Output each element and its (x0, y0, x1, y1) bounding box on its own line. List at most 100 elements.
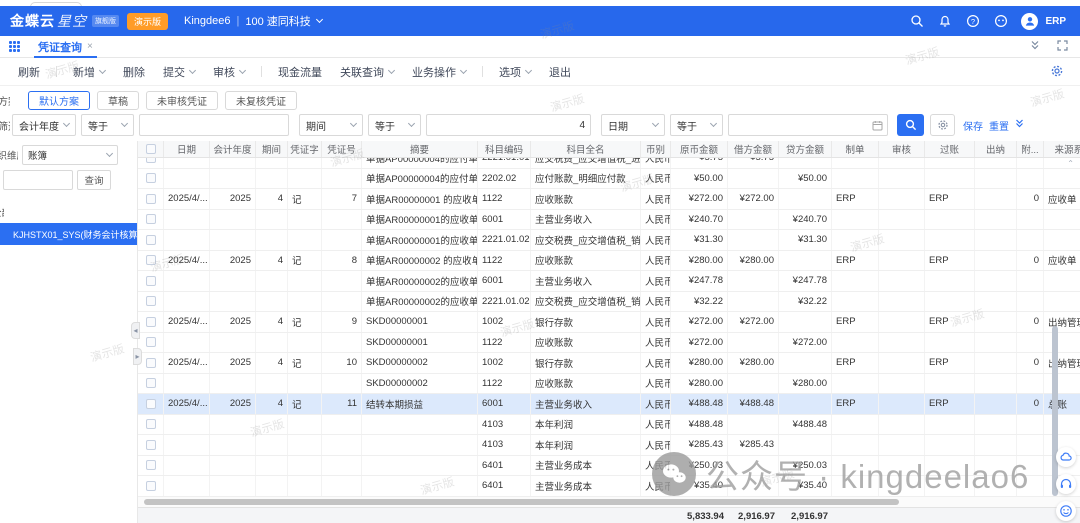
column-header[interactable]: 凭证号 (322, 141, 362, 157)
row-checkbox[interactable] (146, 235, 156, 245)
fullscreen-icon[interactable] (1057, 38, 1068, 56)
row-checkbox[interactable] (146, 173, 156, 183)
row-checkbox[interactable] (146, 419, 156, 429)
scheme-unreviewed-button[interactable]: 未复核凭证 (225, 91, 297, 110)
operator-select-date[interactable]: 等于 (670, 114, 723, 136)
headset-icon[interactable] (1056, 474, 1076, 494)
apps-grid-icon[interactable] (9, 41, 20, 52)
sidebar-expand-handle[interactable]: ▸ (133, 348, 142, 365)
column-header[interactable]: 贷方金额 (779, 141, 832, 157)
row-checkbox[interactable] (146, 158, 156, 163)
tree-selected-item[interactable]: KJHSTX01_SYS(财务会计核算体系) (0, 223, 137, 245)
table-row[interactable]: 2025/4/...20254记8单据AR00000002 的应收单1122应收… (138, 251, 1080, 272)
table-row[interactable]: SKD000000021122应收账款人民币¥280.00¥280.00 (138, 374, 1080, 395)
row-checkbox[interactable] (146, 481, 156, 491)
table-row[interactable]: 单据AP00000004的应付单2221.01.01应交税费_应交增值税_进项税… (138, 158, 1080, 169)
table-row[interactable]: 2025/4/...20254记10SKD000000021002银行存款人民币… (138, 353, 1080, 374)
table-row[interactable]: 单据AR00000001的应收单2221.01.02应交税费_应交增值税_销项税… (138, 230, 1080, 251)
user-avatar[interactable] (1021, 13, 1038, 30)
tree-search-button[interactable]: 查询 (77, 170, 111, 190)
table-row[interactable]: SKD000000011122应收账款人民币¥272.00¥272.00 (138, 333, 1080, 354)
row-checkbox[interactable] (146, 194, 156, 204)
row-checkbox[interactable] (146, 255, 156, 265)
scheme-draft-button[interactable]: 草稿 (97, 91, 139, 110)
row-checkbox[interactable] (146, 399, 156, 409)
feedback-smiley-icon[interactable] (1056, 501, 1076, 521)
row-checkbox[interactable] (146, 337, 156, 347)
column-header[interactable]: 过账 (925, 141, 975, 157)
row-checkbox[interactable] (146, 214, 156, 224)
table-row[interactable]: 单据AP00000004的应付单2202.02应付账款_明细应付款人民币¥50.… (138, 169, 1080, 190)
row-checkbox[interactable] (146, 317, 156, 327)
collapse-tabs-icon[interactable] (1029, 38, 1041, 56)
toolbar-button[interactable]: 退出 (549, 64, 571, 80)
help-icon[interactable]: ? (965, 14, 980, 29)
table-row[interactable]: 6401主营业务成本人民币¥35.40¥35.40 (138, 476, 1080, 497)
column-header[interactable]: 期间 (256, 141, 288, 157)
table-row[interactable]: 2025/4/...20254记9SKD000000011002银行存款人民币¥… (138, 312, 1080, 333)
field-select-year[interactable]: 会计年度 (12, 114, 76, 136)
toolbar-button[interactable]: 提交 (163, 64, 195, 80)
reset-filter-link[interactable]: 重置 (989, 118, 1009, 133)
column-header[interactable]: 附... (1017, 141, 1044, 157)
cloud-icon[interactable] (1056, 447, 1076, 467)
toolbar-button[interactable]: 刷新 (18, 64, 40, 80)
hscroll-thumb[interactable] (144, 499, 899, 505)
column-header[interactable]: 科目编码 (478, 141, 531, 157)
horizontal-scrollbar[interactable] (138, 497, 1080, 507)
table-row[interactable]: 单据AR00000002的应收单6001主营业务收入人民币¥247.78¥247… (138, 271, 1080, 292)
row-checkbox[interactable] (146, 276, 156, 286)
value-input-period[interactable] (426, 114, 591, 136)
row-checkbox[interactable] (146, 358, 156, 368)
tab-close-icon[interactable]: × (87, 41, 93, 52)
column-header[interactable]: 审核 (879, 141, 925, 157)
tenant-switcher[interactable]: Kingdee6 | 100 速同科技 (184, 13, 322, 29)
search-icon[interactable] (909, 14, 924, 29)
column-header[interactable]: 借方金额 (728, 141, 779, 157)
assistant-icon[interactable] (993, 14, 1008, 29)
toolbar-button[interactable]: 删除 (123, 64, 145, 80)
column-header[interactable]: 来源系统 (1044, 141, 1080, 157)
toolbar-button[interactable]: 选项 (499, 64, 531, 80)
value-input-year[interactable] (139, 114, 289, 136)
field-select-period[interactable]: 期间 (299, 114, 363, 136)
row-checkbox[interactable] (146, 378, 156, 388)
column-header[interactable]: 出纳 (975, 141, 1017, 157)
scheme-unaudited-button[interactable]: 未审核凭证 (146, 91, 218, 110)
table-row[interactable]: 4103本年利润人民币¥285.43¥285.43 (138, 435, 1080, 456)
table-row[interactable]: 4103本年利润人民币¥488.48¥488.48 (138, 415, 1080, 436)
row-checkbox[interactable] (146, 440, 156, 450)
tab-voucher-query[interactable]: 凭证查询 × (34, 36, 97, 57)
tree-root-node[interactable]: 全部 (0, 203, 137, 221)
field-select-date[interactable]: 日期 (601, 114, 665, 136)
column-header[interactable]: 制单 (832, 141, 879, 157)
settings-gear-icon[interactable] (1050, 64, 1064, 83)
operator-select-year[interactable]: 等于 (81, 114, 134, 136)
dimension-select[interactable]: 账簿 (22, 145, 118, 165)
table-row[interactable]: 2025/4/...20254记7单据AR00000001 的应收单1122应收… (138, 189, 1080, 210)
table-row[interactable]: 2025/4/...20254记11结转本期损益6001主营业务收入人民币¥48… (138, 394, 1080, 415)
scroll-up-arrow[interactable]: ⌃ (1067, 159, 1074, 168)
expand-filters-icon[interactable] (1014, 116, 1025, 134)
column-header[interactable]: 凭证字 (288, 141, 322, 157)
tree-search-input[interactable] (3, 170, 73, 190)
value-input-date[interactable] (728, 114, 888, 136)
column-header[interactable]: 摘要 (362, 141, 478, 157)
toolbar-button[interactable]: 关联查询 (340, 64, 394, 80)
search-button[interactable] (897, 114, 924, 136)
column-header[interactable]: 科目全名 (531, 141, 641, 157)
row-checkbox[interactable] (146, 460, 156, 470)
notifications-bell-icon[interactable] (937, 14, 952, 29)
row-checkbox[interactable] (146, 296, 156, 306)
toolbar-button[interactable]: 审核 (213, 64, 245, 80)
select-all-checkbox[interactable] (146, 144, 156, 154)
scheme-default-button[interactable]: 默认方案 (28, 91, 90, 110)
filter-settings-icon[interactable] (930, 114, 955, 136)
column-header[interactable]: 原币金额 (671, 141, 728, 157)
column-header[interactable]: 币别 (641, 141, 671, 157)
operator-select-period[interactable]: 等于 (368, 114, 421, 136)
toolbar-button[interactable]: 新增 (73, 64, 105, 80)
table-row[interactable]: 6401主营业务成本人民币¥250.03¥250.03 (138, 456, 1080, 477)
save-filter-link[interactable]: 保存 (963, 118, 983, 133)
toolbar-button[interactable]: 业务操作 (412, 64, 466, 80)
